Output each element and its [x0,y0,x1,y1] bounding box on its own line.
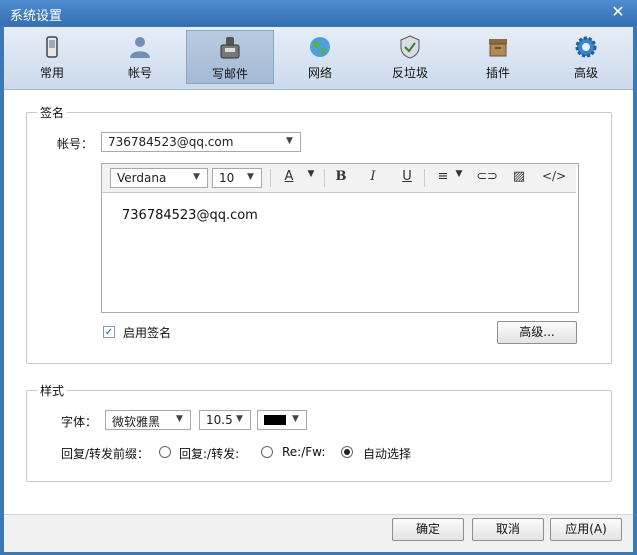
signature-editor[interactable]: Verdana ▼ 10 ▼ A ▼ B I U ≡ ▼ ⊂⊃ ▨ </> 73… [101,163,579,313]
account-select[interactable]: 736784523@qq.com ▼ [101,132,301,152]
signature-group: 签名 帐号： 736784523@qq.com ▼ Verdana ▼ 10 ▼ [26,104,612,364]
toolbar-divider [324,169,325,187]
title-bar: 系统设置 ✕ [0,0,637,26]
prefix-option-english-radio[interactable] [261,446,273,458]
font-label: 字体： [61,415,98,429]
shield-icon [400,35,420,59]
tab-advanced-label: 高级 [573,66,598,80]
globe-icon [310,37,330,57]
font-family-select[interactable]: Verdana ▼ [110,168,208,188]
enable-signature-label: 启用签名 [123,326,172,340]
reply-size-select[interactable]: 10.5 ▼ [199,410,251,430]
tab-account[interactable]: 帐号 [96,30,184,84]
reply-font-value: 微软雅黑 [112,415,161,429]
editor-content: 736784523@qq.com [122,208,258,223]
phone-icon [46,36,58,58]
cancel-button[interactable]: 取消 [472,518,544,541]
font-size-value: 10 [219,171,235,185]
chevron-down-icon[interactable]: ▼ [448,169,470,187]
prefix-option-english-label: Re:/Fw: [282,445,326,459]
prefix-option-auto-radio[interactable] [341,446,353,458]
prefix-label: 回复/转发前缀： [61,447,150,461]
tab-compose-label: 写邮件 [211,67,248,81]
settings-toolbar: 常用 帐号 写邮件 网络 反垃圾 插件 高级 [4,27,633,90]
toolbar-divider [270,169,271,187]
window-title: 系统设置 [10,9,63,24]
apply-button[interactable]: 应用(A) [550,518,622,541]
chevron-down-icon: ▼ [247,172,254,182]
tab-account-label: 帐号 [127,66,152,80]
plugin-box-icon [489,39,507,57]
tab-general[interactable]: 常用 [8,30,96,84]
content-panel: 签名 帐号： 736784523@qq.com ▼ Verdana ▼ 10 ▼ [4,90,633,514]
style-group: 样式 字体： 微软雅黑 ▼ 10.5 ▼ ▼ 回复/转发前缀： 回复:/转发: … [26,382,612,482]
bold-icon[interactable]: B [330,169,352,187]
underline-icon[interactable]: U [396,169,418,187]
image-icon[interactable]: ▨ [508,169,530,187]
account-label: 帐号： [57,137,94,151]
ok-button[interactable]: 确定 [392,518,464,541]
chevron-down-icon: ▼ [236,414,243,424]
color-swatch [264,415,286,425]
chevron-down-icon: ▼ [176,414,183,424]
tab-network-label: 网络 [307,66,332,80]
settings-window: 系统设置 ✕ 常用 帐号 写邮件 网络 反垃圾 插件 高级 签名 帐号： 736… [0,0,637,555]
prefix-option-auto-label: 自动选择 [363,447,412,461]
tab-advanced[interactable]: 高级 [542,30,630,84]
chevron-down-icon: ▼ [292,414,299,424]
style-legend: 样式 [37,382,68,399]
font-size-select[interactable]: 10 ▼ [212,168,262,188]
account-value: 736784523@qq.com [108,135,234,149]
tab-general-label: 常用 [39,66,64,80]
signature-advanced-button[interactable]: 高级... [497,321,577,344]
tab-network[interactable]: 网络 [276,30,364,84]
source-code-icon[interactable]: </> [542,169,566,187]
enable-signature-checkbox[interactable]: ✓ [103,326,115,338]
prefix-option-chinese-radio[interactable] [159,446,171,458]
close-icon[interactable]: ✕ [609,3,627,21]
font-color-icon[interactable]: A [278,169,300,187]
editor-toolbar: Verdana ▼ 10 ▼ A ▼ B I U ≡ ▼ ⊂⊃ ▨ </> [102,164,576,193]
font-family-value: Verdana [117,171,167,185]
tab-antispam[interactable]: 反垃圾 [366,30,454,84]
compose-icon [220,37,240,59]
reply-color-select[interactable]: ▼ [257,410,307,430]
chevron-down-icon[interactable]: ▼ [300,169,322,187]
gear-icon [575,36,597,58]
dialog-footer: 确定 取消 应用(A) [4,514,633,552]
chevron-down-icon: ▼ [193,172,200,182]
signature-legend: 签名 [37,104,68,121]
reply-font-select[interactable]: 微软雅黑 ▼ [105,410,191,430]
tab-compose[interactable]: 写邮件 [186,30,274,84]
prefix-option-chinese-label: 回复:/转发: [179,447,240,461]
link-icon[interactable]: ⊂⊃ [476,169,498,187]
user-icon [130,37,150,58]
tab-antispam-label: 反垃圾 [391,66,428,80]
chevron-down-icon: ▼ [286,136,293,146]
tab-plugins[interactable]: 插件 [454,30,542,84]
tab-plugins-label: 插件 [485,66,510,80]
reply-size-value: 10.5 [206,413,233,427]
toolbar-divider [424,169,425,187]
italic-icon[interactable]: I [362,169,384,187]
